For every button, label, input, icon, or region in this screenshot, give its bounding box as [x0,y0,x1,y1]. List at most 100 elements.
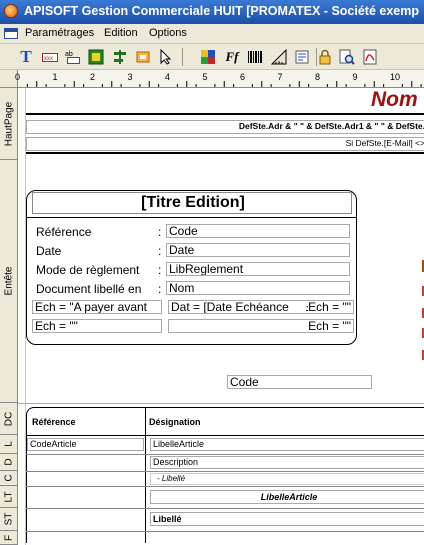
ruler-label: 0 [15,72,20,82]
email-text: Si DefSte.[E-Mail] <> [345,138,424,148]
ech-right-text: Ech = "" [308,300,351,314]
ruler-label: 9 [353,72,358,82]
image-tool-icon[interactable] [87,48,105,66]
toolbar-separator [182,48,183,66]
title-row-value-field[interactable]: LibReglement [166,262,350,276]
row-rule [26,508,424,509]
band-label: L [3,441,15,447]
barcode-icon[interactable] [246,48,264,66]
title-row-separator: : [158,225,162,239]
ruler-label: 1 [53,72,58,82]
ruler-label: 8 [315,72,320,82]
band-l[interactable]: L [0,435,18,454]
col-header-designation: Désignation [149,417,201,427]
band-label: ST [3,512,15,526]
title-row-value-field[interactable]: Code [166,224,350,238]
band-dc[interactable]: DC [0,403,18,435]
menu-parametrages[interactable]: Paramétrages [25,27,94,39]
title-row-label: Document libellé en [36,282,142,296]
code-field[interactable]: Code [227,375,372,389]
band-label: C [3,474,15,482]
ruler-label: 3 [128,72,133,82]
address-field[interactable]: DefSte.Adr & " " & DefSte.Adr1 & " " & D… [26,120,424,134]
libelle-article-field[interactable]: LibelleArticle [150,438,424,451]
title-row-separator: : [158,244,162,258]
table-header-rule [26,435,424,436]
band-label: F [3,534,15,541]
color-icon[interactable] [199,48,217,66]
ruler-label: 2 [90,72,95,82]
frame-icon[interactable] [134,48,152,66]
address-text: DefSte.Adr & " " & DefSte.Adr1 & " " & D… [238,121,424,131]
col-header-reference: Référence [32,417,76,427]
band-hautpage[interactable]: HautPage [0,88,18,160]
menu-edition[interactable]: Edition [104,27,138,39]
section-sidebar: HautPage Entête DC L D C LT ST F [0,88,18,545]
toolbar: T xxx ab Ff [0,44,424,70]
field-tool-icon[interactable]: xxx [41,48,59,66]
title-row-label: Mode de règlement [36,263,140,277]
align-icon[interactable] [111,48,129,66]
section-separator [18,403,424,404]
company-name-field[interactable]: Nom [371,88,418,112]
app-icon [4,4,18,18]
band-label: LT [3,491,15,502]
band-label: D [3,458,15,466]
ruler-label: 6 [240,72,245,82]
ech-date-field[interactable]: Dat = [Date Echéance Ⅎ Ech = "" [168,300,354,314]
row-rule [26,486,424,487]
title-edition-field[interactable]: [Titre Edition] [32,192,352,214]
title-row-label: Référence [36,225,92,239]
st-libelle-field[interactable]: Libellé [150,512,424,526]
band-label: Entête [3,266,15,296]
band-lt[interactable]: LT [0,486,18,508]
ruler-label: 5 [203,72,208,82]
pdf-icon[interactable] [361,48,379,66]
pointer-icon[interactable] [157,48,175,66]
svg-text:xxx: xxx [44,56,53,62]
band-f[interactable]: F [0,531,18,545]
text-tool-icon[interactable]: T [17,47,35,66]
row-rule [26,531,424,532]
band-d[interactable]: D [0,454,18,471]
description-field[interactable]: Description [150,456,424,469]
document-window-icon[interactable] [4,28,18,39]
title-row-separator: : [158,282,162,296]
title-box-divider [26,217,357,218]
svg-text:ab: ab [65,51,73,58]
lock-icon[interactable] [316,48,334,66]
ech-date-text: Dat = [Date Echéance [171,300,289,314]
ruler-label: 7 [278,72,283,82]
title-row-separator: : [158,263,162,277]
ech-empty-right-field[interactable]: Ech = "" [168,319,354,333]
code-article-field[interactable]: CodeArticle [27,438,144,451]
horizontal-ruler: 01234567891011 [0,70,424,88]
comment-libelle-field[interactable]: - Libellé [150,473,424,485]
band-c[interactable]: C [0,471,18,486]
ech-label-field[interactable]: Ech = "A payer avant [32,300,162,314]
lt-libelle-article-field[interactable]: LibelleArticle [150,490,424,504]
calc-field-icon[interactable]: ab [64,48,82,66]
band-entete[interactable]: Entête [0,160,18,403]
title-row-value-field[interactable]: Date [166,243,350,257]
font-icon[interactable]: Ff [223,48,241,66]
band-label: DC [3,411,15,426]
title-row-label: Date [36,244,62,258]
row-rule [26,454,424,455]
header-bottom-rule [26,152,424,154]
ruler-scale: 01234567891011 [15,72,422,87]
ruler-label: 10 [390,72,400,82]
ech-empty-left-field[interactable]: Ech = "" [32,319,162,333]
email-field[interactable]: Si DefSte.[E-Mail] <> [26,137,424,151]
title-edition-text: [Titre Edition] [141,194,245,211]
row-rule [26,471,424,472]
window-title: APISOFT Gestion Commerciale HUIT [PROMAT… [24,4,419,18]
ruler-icon[interactable] [270,48,288,66]
title-row-value-field[interactable]: Nom [166,281,350,295]
report-design-canvas[interactable]: Nom DefSte.Adr & " " & DefSte.Adr1 & " "… [18,88,424,545]
header-top-rule [26,113,424,115]
properties-icon[interactable] [293,48,311,66]
preview-icon[interactable] [338,48,356,66]
menu-options[interactable]: Options [149,27,187,39]
band-st[interactable]: ST [0,508,18,531]
